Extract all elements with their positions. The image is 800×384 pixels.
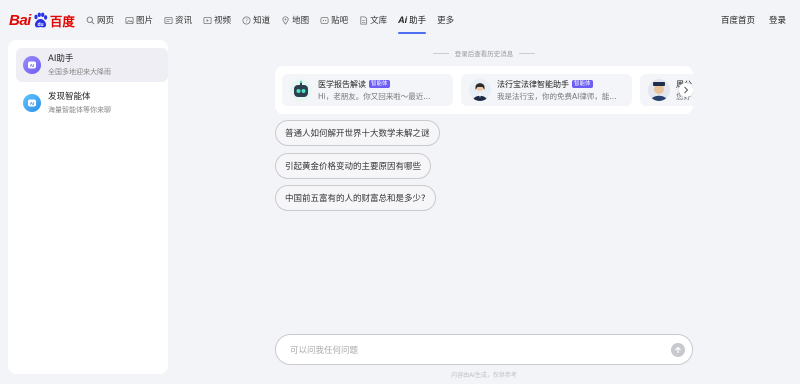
suggestion-text: 引起黄金价格变动的主要原因有哪些 — [285, 162, 422, 172]
sidebar-item-ai-assistant[interactable]: AI AI助手 全国多地迎来大降雨 — [16, 48, 168, 82]
nav-item-news[interactable]: 资讯 — [164, 0, 192, 40]
news-icon — [164, 16, 173, 24]
doc-icon — [360, 15, 368, 25]
logo-latin: Bai — [9, 11, 31, 29]
nav-item-video[interactable]: 视频 — [203, 0, 231, 40]
sidebar-item-title: AI助手 — [48, 53, 74, 64]
divider — [432, 52, 449, 54]
baidu-logo[interactable]: Bai du 百度 — [9, 10, 75, 30]
agent-badge: 智能体 — [572, 80, 593, 88]
image-icon — [125, 16, 134, 24]
top-nav: 网页 图片 资讯 视频 ? 知道 地图 贴吧 文库 Ai 助手 更多 — [86, 0, 465, 40]
paw-icon: du — [32, 12, 49, 29]
header-right: 百度首页 登录 — [707, 0, 786, 40]
agent-card[interactable]: 医学报告解读 智能体 Hi，老朋友。你又回来啦～最近... — [282, 74, 453, 106]
nav-item-more[interactable]: 更多 — [437, 0, 454, 40]
nav-label: 文库 — [370, 16, 388, 26]
question-icon: ? — [242, 15, 251, 25]
chat-input-box — [275, 334, 693, 365]
nav-label: 网页 — [97, 16, 115, 26]
lawyer-avatar-icon — [469, 79, 491, 101]
discover-agents-icon: AI — [23, 94, 41, 112]
ai-disclaimer: 内容由AI生成，仅供参考 — [451, 372, 517, 379]
arrow-up-icon — [675, 346, 681, 353]
sidebar-item-subtitle: 全国多地迎来大降雨 — [48, 67, 111, 76]
nav-item-map[interactable]: 地图 — [281, 0, 309, 40]
agent-description: Hi，老朋友。你又回来啦～最近... — [318, 91, 431, 101]
sidebar-item-title: 发现智能体 — [48, 91, 91, 102]
nav-label: 更多 — [437, 16, 455, 26]
map-icon — [282, 15, 289, 25]
suggestion-chip[interactable]: 中国前五富有的人的财富总和是多少? — [275, 185, 436, 211]
baidu-home-link[interactable]: 百度首页 — [721, 14, 755, 26]
nav-label: 视频 — [214, 16, 232, 26]
search-icon — [86, 16, 95, 24]
agent-name: 法行宝法律智能助手 — [497, 79, 569, 89]
chat-input[interactable] — [288, 342, 652, 360]
video-icon — [203, 16, 212, 24]
agent-name: 医学报告解读 — [318, 79, 366, 89]
agent-badge: 智能体 — [369, 80, 390, 88]
sidebar-item-discover-agents[interactable]: AI 发现智能体 海量智能体等你来聊 — [16, 86, 168, 120]
divider — [519, 52, 536, 54]
nav-label: 知道 — [253, 16, 271, 26]
nav-label: 图片 — [136, 16, 154, 26]
logo-chinese: 百度 — [49, 13, 75, 29]
login-link[interactable]: 登录 — [769, 14, 786, 26]
nav-item-zhidao[interactable]: ? 知道 — [242, 0, 270, 40]
agent-card[interactable]: 法行宝法律智能助手 智能体 我是法行宝，你的免费AI律师，能... — [461, 74, 632, 106]
nav-item-ai-assistant[interactable]: Ai 助手 — [398, 0, 427, 40]
history-hint: 登录后查看历史消息 — [275, 47, 693, 59]
next-arrow-button[interactable] — [679, 83, 693, 97]
tieba-icon — [320, 16, 329, 24]
suggestion-chip[interactable]: 普通人如何解开世界十大数学未解之谜 — [275, 120, 440, 146]
svg-text:AI: AI — [30, 101, 35, 106]
svg-text:du: du — [37, 22, 43, 28]
history-hint-text[interactable]: 登录后查看历史消息 — [455, 48, 514, 58]
nav-label: 助手 — [409, 16, 427, 26]
ai-icon: Ai — [398, 15, 408, 25]
ai-assistant-icon: AI — [23, 56, 41, 74]
nav-label: 资讯 — [175, 16, 193, 26]
robot-avatar-icon — [290, 79, 312, 101]
svg-text:?: ? — [245, 18, 248, 24]
suggestion-text: 普通人如何解开世界十大数学未解之谜 — [285, 129, 430, 139]
svg-text:AI: AI — [30, 63, 35, 68]
agent-carousel: 医学报告解读 智能体 Hi，老朋友。你又回来啦～最近... 法行宝法律智能助手 智能… — [275, 66, 693, 114]
send-button[interactable] — [671, 343, 685, 357]
nav-label: 贴吧 — [331, 16, 349, 26]
nav-item-images[interactable]: 图片 — [125, 0, 153, 40]
nav-item-tieba[interactable]: 贴吧 — [320, 0, 348, 40]
agent-description: 我是法行宝，你的免费AI律师，能... — [497, 91, 617, 101]
suggestion-text: 中国前五富有的人的财富总和是多少? — [285, 194, 426, 204]
nav-label: 地图 — [292, 16, 310, 26]
sidebar: AI AI助手 全国多地迎来大降雨 AI 发现智能体 海量智能体等你来聊 — [8, 40, 168, 374]
zhougong-avatar-icon — [648, 79, 670, 101]
nav-item-wenku[interactable]: 文库 — [359, 0, 387, 40]
nav-item-web[interactable]: 网页 — [86, 0, 114, 40]
chevron-right-icon — [684, 86, 689, 94]
top-bar: Bai du 百度 网页 图片 资讯 视频 ? 知道 地图 贴吧 文库 Ai 助… — [0, 0, 800, 40]
suggestion-chip[interactable]: 引起黄金价格变动的主要原因有哪些 — [275, 153, 432, 179]
sidebar-item-subtitle: 海量智能体等你来聊 — [48, 105, 111, 114]
